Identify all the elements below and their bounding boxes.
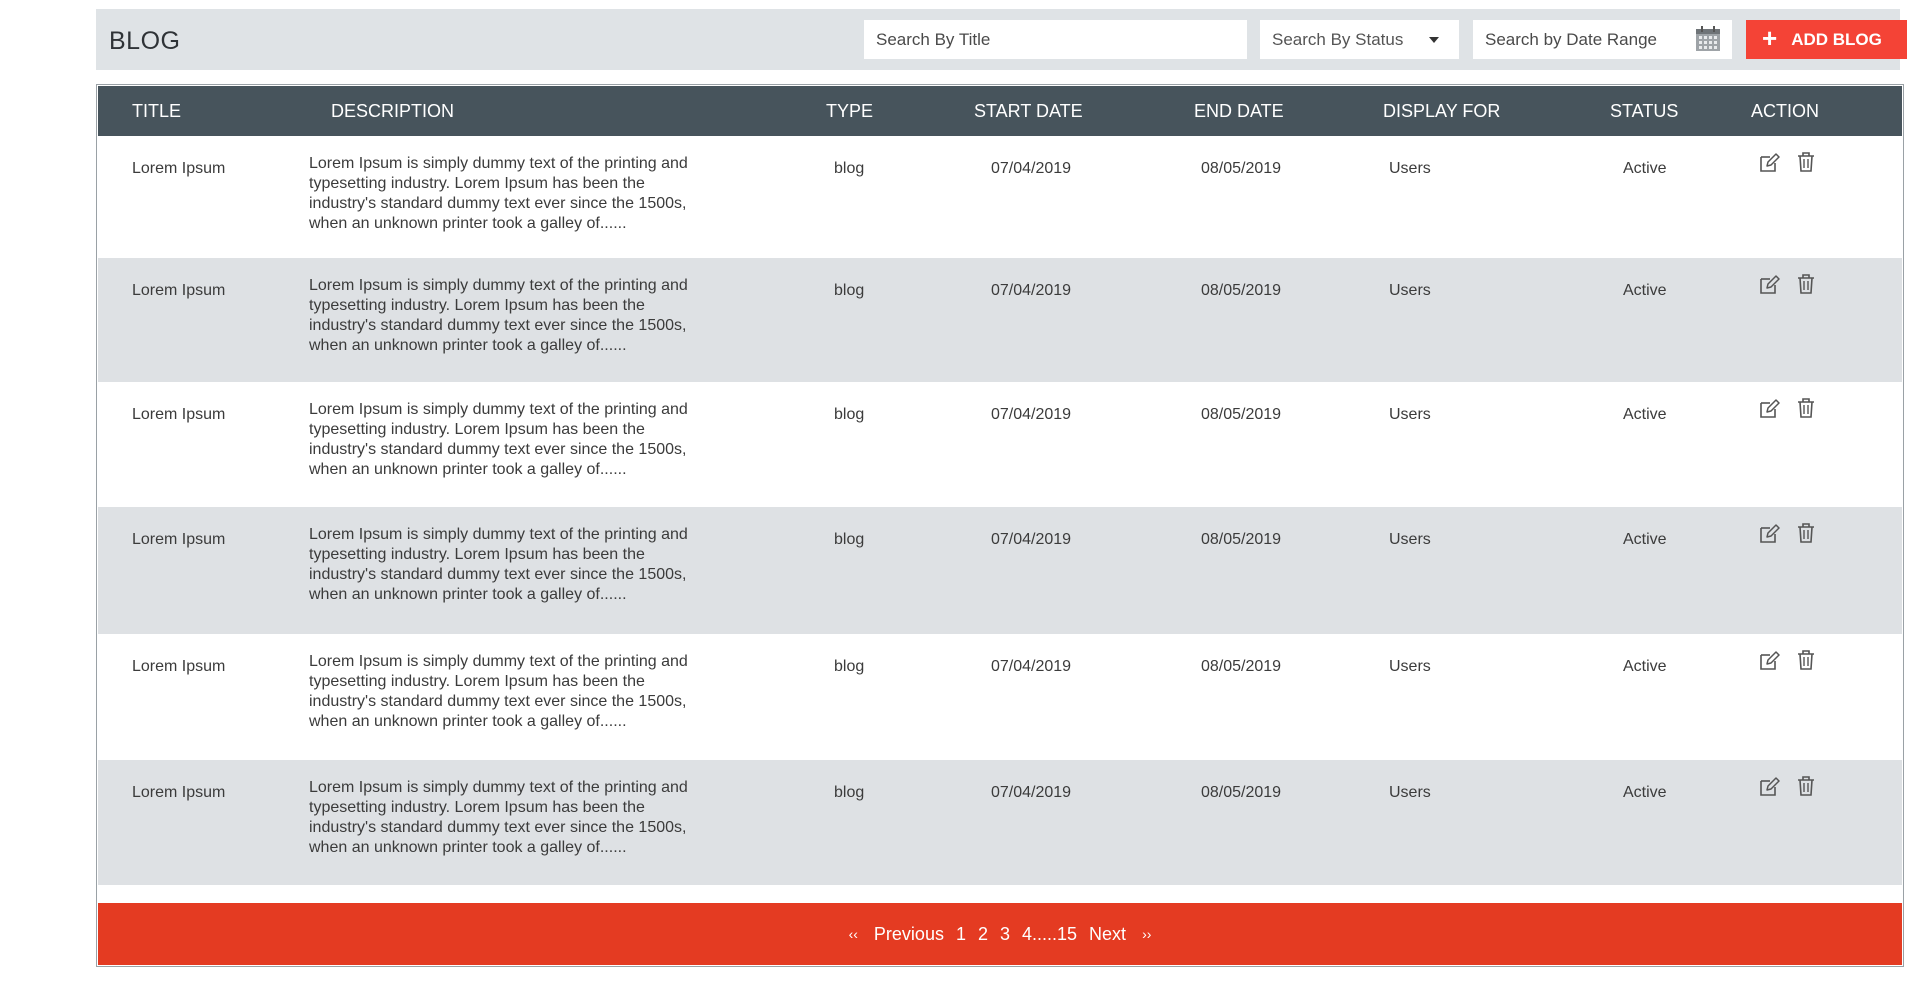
row-type: blog — [834, 531, 865, 548]
row-type: blog — [834, 784, 865, 801]
row-start-date: 07/04/2019 — [991, 160, 1072, 177]
row-description: Lorem Ipsum is simply dummy text of the … — [309, 526, 688, 603]
column-header-type[interactable]: TYPE — [826, 101, 873, 122]
search-title-input[interactable] — [876, 20, 1247, 59]
row-display-for: Users — [1389, 282, 1431, 299]
add-blog-label: ADD BLOG — [1791, 29, 1882, 49]
column-header-title[interactable]: TITLE — [132, 101, 181, 122]
row-type: blog — [834, 282, 865, 299]
column-header-end-date[interactable]: END DATE — [1194, 101, 1284, 122]
row-title: Lorem Ipsum — [132, 531, 226, 548]
edit-icon[interactable] — [1758, 152, 1780, 179]
row-display-for: Users — [1389, 658, 1431, 675]
trash-icon[interactable] — [1796, 151, 1816, 178]
page-link-1[interactable]: 1 — [956, 924, 966, 945]
row-title: Lorem Ipsum — [132, 406, 226, 423]
row-end-date: 08/05/2019 — [1201, 282, 1282, 299]
trash-icon[interactable] — [1796, 522, 1816, 549]
column-header-description[interactable]: DESCRIPTION — [331, 101, 454, 122]
row-start-date: 07/04/2019 — [991, 282, 1072, 299]
edit-icon[interactable] — [1758, 274, 1780, 301]
row-start-date: 07/04/2019 — [991, 784, 1072, 801]
row-display-for: Users — [1389, 784, 1431, 801]
plus-icon: + — [1762, 23, 1778, 53]
row-status: Active — [1623, 531, 1667, 548]
table-row: Lorem Ipsum Lorem Ipsum is simply dummy t… — [98, 136, 1902, 258]
table-row: Lorem Ipsum Lorem Ipsum is simply dummy t… — [98, 760, 1902, 885]
pagination: ‹‹ Previous 1 2 3 4.....15 Next ›› — [98, 903, 1902, 965]
calendar-icon[interactable] — [1694, 25, 1722, 53]
row-display-for: Users — [1389, 406, 1431, 423]
row-end-date: 08/05/2019 — [1201, 784, 1282, 801]
row-end-date: 08/05/2019 — [1201, 160, 1282, 177]
edit-icon[interactable] — [1758, 776, 1780, 803]
row-start-date: 07/04/2019 — [991, 406, 1072, 423]
caret-down-icon — [1429, 37, 1439, 43]
column-header-status[interactable]: STATUS — [1610, 101, 1678, 122]
blog-table: TITLE DESCRIPTION TYPE START DATE END DA… — [96, 84, 1904, 967]
row-status: Active — [1623, 406, 1667, 423]
row-title: Lorem Ipsum — [132, 658, 226, 675]
row-description: Lorem Ipsum is simply dummy text of the … — [309, 779, 688, 856]
table-header: TITLE DESCRIPTION TYPE START DATE END DA… — [98, 86, 1902, 136]
page-title: BLOG — [109, 27, 181, 55]
status-dropdown-label: Search By Status — [1272, 29, 1404, 49]
page-link-range[interactable]: 4.....15 — [1022, 924, 1077, 945]
first-page-icon[interactable]: ‹‹ — [849, 926, 858, 942]
table-row: Lorem Ipsum Lorem Ipsum is simply dummy t… — [98, 507, 1902, 634]
row-end-date: 08/05/2019 — [1201, 531, 1282, 548]
trash-icon[interactable] — [1796, 775, 1816, 802]
row-type: blog — [834, 160, 865, 177]
row-end-date: 08/05/2019 — [1201, 658, 1282, 675]
date-range-input[interactable] — [1485, 20, 1685, 59]
row-display-for: Users — [1389, 531, 1431, 548]
table-row: Lorem Ipsum Lorem Ipsum is simply dummy t… — [98, 634, 1902, 760]
column-header-action: ACTION — [1751, 101, 1820, 121]
row-start-date: 07/04/2019 — [991, 658, 1072, 675]
row-type: blog — [834, 658, 865, 675]
date-range-field[interactable] — [1473, 20, 1732, 59]
row-description: Lorem Ipsum is simply dummy text of the … — [309, 155, 688, 232]
table-row: Lorem Ipsum Lorem Ipsum is simply dummy t… — [98, 382, 1902, 507]
edit-icon[interactable] — [1758, 523, 1780, 550]
edit-icon[interactable] — [1758, 650, 1780, 677]
last-page-icon[interactable]: ›› — [1142, 926, 1151, 942]
row-title: Lorem Ipsum — [132, 282, 226, 299]
row-start-date: 07/04/2019 — [991, 531, 1072, 548]
edit-icon[interactable] — [1758, 398, 1780, 425]
toolbar: BLOG Search By Status + ADD BLOG — [96, 9, 1907, 70]
trash-icon[interactable] — [1796, 649, 1816, 676]
row-type: blog — [834, 406, 865, 423]
row-status: Active — [1623, 282, 1667, 299]
row-status: Active — [1623, 658, 1667, 675]
row-description: Lorem Ipsum is simply dummy text of the … — [309, 653, 688, 730]
row-description: Lorem Ipsum is simply dummy text of the … — [309, 401, 688, 478]
row-display-for: Users — [1389, 160, 1431, 177]
page-link-3[interactable]: 3 — [1000, 924, 1010, 945]
trash-icon[interactable] — [1796, 397, 1816, 424]
row-title: Lorem Ipsum — [132, 160, 226, 177]
row-description: Lorem Ipsum is simply dummy text of the … — [309, 277, 688, 354]
previous-page-link[interactable]: Previous — [874, 924, 944, 945]
row-status: Active — [1623, 784, 1667, 801]
status-dropdown[interactable]: Search By Status — [1260, 20, 1459, 59]
add-blog-button[interactable]: + ADD BLOG — [1746, 20, 1907, 59]
column-header-display-for[interactable]: DISPLAY FOR — [1383, 101, 1500, 122]
row-end-date: 08/05/2019 — [1201, 406, 1282, 423]
row-status: Active — [1623, 160, 1667, 177]
search-title-field[interactable] — [864, 20, 1247, 59]
column-header-start-date[interactable]: START DATE — [974, 101, 1083, 122]
trash-icon[interactable] — [1796, 273, 1816, 300]
table-row: Lorem Ipsum Lorem Ipsum is simply dummy t… — [98, 258, 1902, 382]
next-page-link[interactable]: Next — [1089, 924, 1126, 945]
page-link-2[interactable]: 2 — [978, 924, 988, 945]
row-title: Lorem Ipsum — [132, 784, 226, 801]
